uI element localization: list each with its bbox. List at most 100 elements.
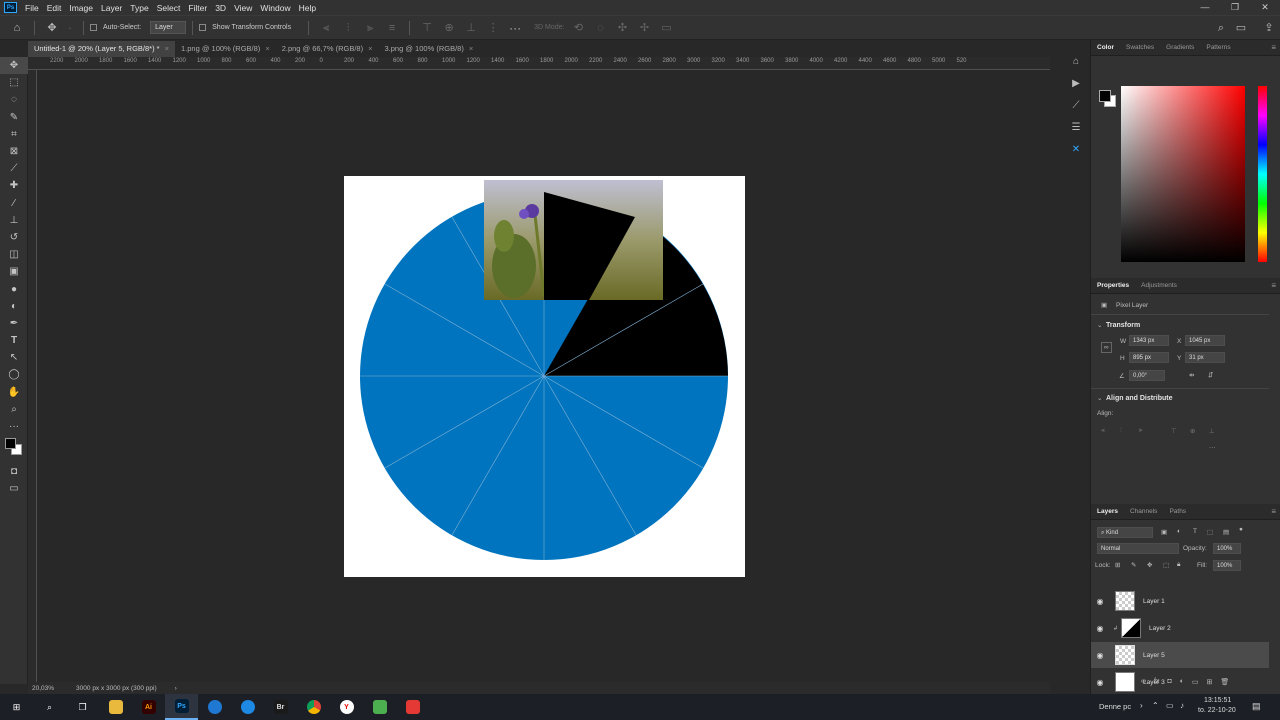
chevron-right-icon[interactable]: › [175,685,177,692]
x-field[interactable]: 1045 px [1185,335,1225,346]
color-swatches[interactable] [0,435,27,463]
pen-tool-icon[interactable]: ✒ [0,315,28,332]
align-top-icon[interactable]: ⊤ [1171,427,1177,435]
search-icon[interactable]: ⌕ [1214,21,1228,35]
document-info[interactable]: 3000 px x 3000 px (300 ppi) [76,685,157,692]
chevron-down-icon[interactable]: ⌄ [1097,394,1102,402]
move-tool-icon[interactable]: ✥ [0,57,28,75]
minimize-button[interactable]: — [1190,0,1220,15]
actions-icon[interactable]: ▶ [1063,72,1089,94]
layer-row-layer-5[interactable]: ◉ Layer 5 [1091,642,1269,668]
close-icon[interactable]: × [469,41,473,57]
lock-artboard-icon[interactable]: ⬚ [1163,561,1169,569]
type-tool-icon[interactable]: T [0,332,28,349]
menu-window[interactable]: Window [260,3,290,13]
tab-layers[interactable]: Layers [1091,508,1124,515]
tab-3png[interactable]: 3.png @ 100% (RGB/8) × [378,41,480,57]
distribute-icon[interactable]: ≡ [385,21,399,35]
pan-3d-icon[interactable]: ✣ [615,21,629,35]
file-explorer-icon[interactable] [99,694,132,720]
more-options-icon[interactable]: ··· [508,21,522,35]
foreground-color-swatch[interactable] [1099,90,1111,102]
filter-smart-icon[interactable]: ▤ [1223,528,1229,536]
menu-3d[interactable]: 3D [215,3,226,13]
volume-icon[interactable]: ♪ [1180,701,1184,710]
filter-adjust-icon[interactable]: ◐ [1177,528,1181,535]
flip-vertical-icon[interactable]: ⇵ [1208,371,1213,379]
home-icon[interactable]: ⌂ [10,21,24,35]
history-icon[interactable]: ⌂ [1063,50,1089,72]
quick-mask-icon[interactable]: ◘ [0,463,28,480]
menu-select[interactable]: Select [157,3,181,13]
yandex-icon[interactable]: Y [330,694,363,720]
bridge-icon[interactable]: Br [264,694,297,720]
eye-icon[interactable]: ◉ [1091,597,1109,606]
width-field[interactable]: 1343 px [1129,335,1169,346]
panel-menu-icon[interactable]: ≡ [1271,43,1276,52]
layer-row-layer-2[interactable]: ◉ ↲ Layer 2 [1091,615,1269,641]
align-vcenter-icon[interactable]: ⊕ [1190,427,1195,435]
panel-menu-icon[interactable]: ≡ [1271,507,1276,516]
menu-file[interactable]: File [25,3,39,13]
tab-1png[interactable]: 1.png @ 100% (RGB/8) × [174,41,276,57]
link-layers-icon[interactable]: ∞ [1141,678,1146,686]
new-layer-icon[interactable]: ⊞ [1207,678,1213,686]
dodge-tool-icon[interactable]: ◐ [0,298,28,315]
this-pc-label[interactable]: Denne pc [1099,702,1131,711]
slide-3d-icon[interactable]: ✢ [637,21,651,35]
color-picker-field[interactable] [1121,86,1245,262]
brush-settings-icon[interactable]: ⟋ [1063,94,1089,116]
healing-brush-tool-icon[interactable]: ✚ [0,177,28,194]
more-tools-icon[interactable]: ··· [0,418,28,435]
filter-toggle-icon[interactable]: ● [1239,526,1243,533]
eraser-tool-icon[interactable]: ◫ [0,246,28,263]
tool-presets-icon[interactable]: ✕ [1063,138,1089,160]
frame-tool-icon[interactable]: ⊠ [0,143,28,160]
hand-tool-icon[interactable]: ✋ [0,384,28,401]
filter-type-icon[interactable]: T [1193,528,1197,535]
opacity-field[interactable]: 100% [1213,543,1241,554]
new-group-icon[interactable]: ▭ [1192,678,1199,686]
blur-tool-icon[interactable]: ● [0,280,28,297]
align-center-icon[interactable]: ⫶ [341,21,355,35]
tab-gradients[interactable]: Gradients [1160,44,1200,51]
notification-icon[interactable]: ▤ [1252,701,1261,712]
filter-pixel-icon[interactable]: ▣ [1161,528,1167,536]
tab-untitled-1[interactable]: Untitled-1 @ 20% (Layer 5, RGB/8*) * × [28,41,175,57]
distribute-vertical-icon[interactable]: ⋮ [486,21,500,35]
lock-all-icon[interactable]: 🔒︎ [1177,561,1180,569]
clock-date[interactable]: to. 22-10-20 [1198,707,1236,714]
align-hcenter-icon[interactable]: ⫶ [1120,427,1122,435]
tray-chevron-icon[interactable]: › [1140,701,1143,710]
menu-layer[interactable]: Layer [101,3,122,13]
align-right-icon[interactable]: ⫸ [1139,427,1143,435]
tab-color[interactable]: Color [1091,44,1120,51]
fx-icon[interactable]: fx [1154,678,1159,686]
filter-kind-dropdown[interactable]: ⌕ Kind [1097,527,1153,538]
orbit-icon[interactable]: ⟲ [571,21,585,35]
brush-tool-icon[interactable]: ∕ [0,195,28,212]
tab-patterns[interactable]: Patterns [1200,44,1236,51]
auto-select-checkbox[interactable] [90,24,97,31]
edge-icon[interactable] [198,694,231,720]
tab-channels[interactable]: Channels [1124,508,1163,515]
show-transform-checkbox[interactable] [199,24,207,31]
fill-field[interactable]: 100% [1213,560,1241,571]
filter-shape-icon[interactable]: ⬚ [1207,528,1213,536]
tab-properties[interactable]: Properties [1091,282,1135,289]
link-icon[interactable]: ∞ [1101,342,1112,353]
eyedropper-tool-icon[interactable]: ⟋ [0,160,28,177]
clock-time[interactable]: 13:15:51 [1204,697,1231,704]
more-options-icon[interactable]: ··· [1209,444,1216,451]
red-app-icon[interactable] [396,694,429,720]
tab-2png[interactable]: 2.png @ 66,7% (RGB/8) × [275,41,379,57]
chrome-icon[interactable] [297,694,330,720]
close-icon[interactable]: × [265,41,269,57]
up-arrow-icon[interactable]: ⌃ [1152,701,1159,710]
auto-select-dropdown[interactable]: Layer [150,21,187,34]
path-select-tool-icon[interactable]: ↖ [0,349,28,366]
roll-icon[interactable]: ◌ [593,21,607,35]
task-view-icon[interactable]: ❐ [66,694,99,720]
menu-image[interactable]: Image [69,3,93,13]
lock-transparent-icon[interactable]: ⊞ [1115,561,1120,569]
